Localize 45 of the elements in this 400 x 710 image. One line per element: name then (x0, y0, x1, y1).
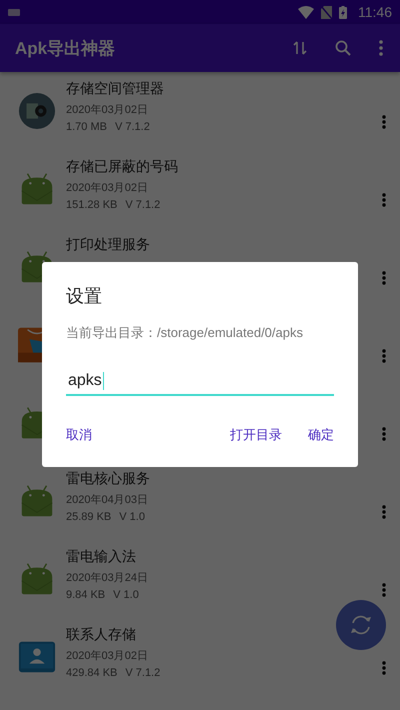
install-date: 2020年03月02日 (66, 649, 149, 663)
more-icon[interactable] (382, 583, 386, 597)
input-field[interactable]: apks (66, 372, 334, 396)
app-version: V 7.1.2 (125, 199, 160, 211)
app-size: 151.28 KB (66, 199, 118, 211)
app-version: V 7.1.2 (114, 121, 150, 133)
app-name: 存储空间管理器 (66, 80, 165, 98)
more-icon[interactable] (382, 349, 386, 363)
more-icon[interactable] (382, 193, 386, 207)
app-version: V 1.0 (113, 589, 139, 601)
cancel-button[interactable]: 取消 (66, 426, 92, 444)
app-size: 1.70 MB (66, 121, 107, 133)
battery-icon (339, 6, 347, 18)
app-title: Apk导出神器 (15, 38, 116, 60)
refresh-button[interactable] (336, 600, 386, 650)
app-size: 25.89 KB (66, 511, 112, 523)
install-date: 2020年03月24日 (66, 571, 149, 585)
more-icon[interactable] (382, 271, 386, 285)
dialog-button[interactable]: 确定 (308, 426, 334, 444)
search-icon[interactable] (335, 40, 351, 56)
app-name: 雷电核心服务 (66, 470, 151, 488)
dialog-message: 当前导出目录：/storage/emulated/0/apks (66, 324, 304, 342)
app-size: 429.84 KB (66, 667, 118, 679)
more-icon[interactable] (379, 40, 383, 56)
no-sim-icon (321, 6, 332, 18)
install-date: 2020年03月02日 (66, 103, 149, 117)
sort-icon[interactable] (293, 41, 307, 55)
app-version: V 7.1.2 (125, 667, 160, 679)
clock: 11:46 (358, 4, 392, 20)
app-name: 雷电输入法 (66, 548, 137, 566)
app-size: 9.84 KB (66, 589, 106, 601)
install-date: 2020年03月02日 (66, 181, 149, 195)
dialog-title: 设置 (66, 285, 103, 308)
more-icon[interactable] (382, 505, 386, 519)
app-name: 存储已屏蔽的号码 (66, 158, 179, 176)
app-name: 联系人存储 (66, 626, 137, 644)
app-name: 打印处理服务 (66, 236, 151, 254)
more-icon[interactable] (382, 115, 386, 129)
wifi-icon (298, 6, 314, 18)
app-version: V 1.0 (119, 511, 145, 523)
install-date: 2020年04月03日 (66, 493, 149, 507)
keyboard-icon (8, 8, 20, 16)
dialog-button[interactable]: 打开目录 (230, 426, 282, 444)
more-icon[interactable] (382, 661, 386, 675)
more-icon[interactable] (382, 427, 386, 441)
